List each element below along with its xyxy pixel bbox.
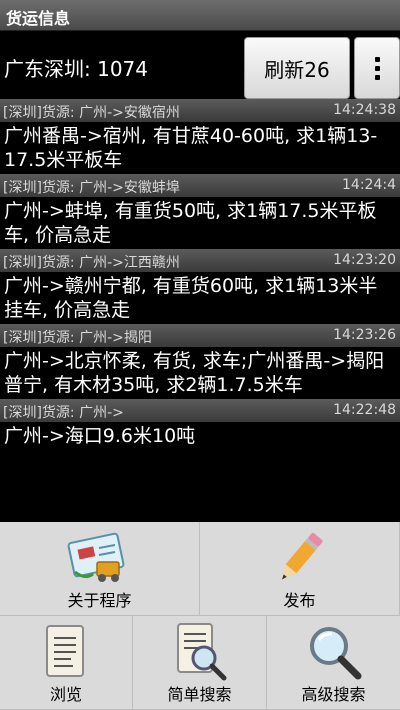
magnifier-icon <box>309 627 361 680</box>
item-time: 14:23:20 <box>333 252 396 268</box>
item-header: [深圳]货源: 广州->安徽蚌埠 14:24:4 <box>0 174 400 197</box>
options-menu: 关于程序 发布 浏览 简单搜索 高级搜索 <box>0 522 400 710</box>
document-icon <box>46 625 84 677</box>
menu-item-about[interactable]: 关于程序 <box>0 522 200 616</box>
item-time: 14:23:26 <box>333 327 396 343</box>
dot-icon <box>374 74 380 80</box>
item-text: 广州->赣州宁都, 有重货60吨, 求1辆13米半挂车, 价高急走 <box>4 275 378 321</box>
pencil-icon <box>281 532 323 580</box>
menu-item-publish[interactable]: 发布 <box>200 522 400 616</box>
menu-item-label: 关于程序 <box>67 591 132 610</box>
list-item[interactable]: [深圳]货源: 广州->揭阳 14:23:26 广州->北京怀柔, 有货, 求车… <box>0 324 400 399</box>
item-header: [深圳]货源: 广州->揭阳 14:23:26 <box>0 324 400 347</box>
dot-icon <box>374 56 380 62</box>
list-item[interactable]: [深圳]货源: 广州->江西赣州 14:23:20 广州->赣州宁都, 有重货6… <box>0 249 400 324</box>
menu-item-label: 简单搜索 <box>167 685 232 704</box>
header: 广东深圳: 1074 刷新26 <box>0 31 400 99</box>
item-source: [深圳]货源: 广州->江西赣州 <box>3 255 180 271</box>
dot-icon <box>374 65 380 71</box>
about-icon <box>67 532 124 582</box>
menu-item-label: 高级搜索 <box>301 685 366 704</box>
list-item[interactable]: [深圳]货源: 广州-> 14:22:48 广州->海口9.6米10吨 <box>0 399 400 450</box>
item-source: [深圳]货源: 广州->安徽宿州 <box>3 105 180 121</box>
app-title: 货运信息 <box>6 9 71 28</box>
menu-item-label: 浏览 <box>49 685 82 704</box>
menu-item-advanced-search[interactable]: 高级搜索 <box>267 616 400 710</box>
title-bar: 货运信息 <box>0 0 400 31</box>
item-text: 广州->北京怀柔, 有货, 求车;广州番禺->揭阳普宁, 有木材35吨, 求2辆… <box>4 350 385 396</box>
list-item[interactable]: [深圳]货源: 广州->安徽蚌埠 14:24:4 广州->蚌埠, 有重货50吨,… <box>0 174 400 249</box>
location-count: 广东深圳: 1074 <box>4 57 148 81</box>
menu-item-simple-search[interactable]: 简单搜索 <box>133 616 267 710</box>
item-header: [深圳]货源: 广州->安徽宿州 14:24:38 <box>0 99 400 122</box>
overflow-menu-button[interactable] <box>354 37 400 99</box>
item-text: 广州->海口9.6米10吨 <box>4 425 196 447</box>
item-source: [深圳]货源: 广州->揭阳 <box>3 330 152 346</box>
item-time: 14:24:4 <box>342 177 396 193</box>
item-source: [深圳]货源: 广州->安徽蚌埠 <box>3 180 180 196</box>
item-text: 广州->蚌埠, 有重货50吨, 求1辆17.5米平板车, 价高急走 <box>4 200 377 246</box>
item-header: [深圳]货源: 广州->江西赣州 14:23:20 <box>0 249 400 272</box>
menu-item-browse[interactable]: 浏览 <box>0 616 133 710</box>
item-source: [深圳]货源: 广州-> <box>3 405 124 421</box>
refresh-button[interactable]: 刷新26 <box>244 37 350 99</box>
document-search-icon <box>176 623 226 681</box>
item-time: 14:24:38 <box>333 102 396 118</box>
menu-item-label: 发布 <box>283 591 316 610</box>
cargo-list[interactable]: [深圳]货源: 广州->安徽宿州 14:24:38 广州番禺->宿州, 有甘蔗4… <box>0 99 400 522</box>
item-header: [深圳]货源: 广州-> 14:22:48 <box>0 399 400 422</box>
item-time: 14:22:48 <box>333 402 396 418</box>
item-text: 广州番禺->宿州, 有甘蔗40-60吨, 求1辆13-17.5米平板车 <box>4 125 378 171</box>
list-item[interactable]: [深圳]货源: 广州->安徽宿州 14:24:38 广州番禺->宿州, 有甘蔗4… <box>0 99 400 174</box>
